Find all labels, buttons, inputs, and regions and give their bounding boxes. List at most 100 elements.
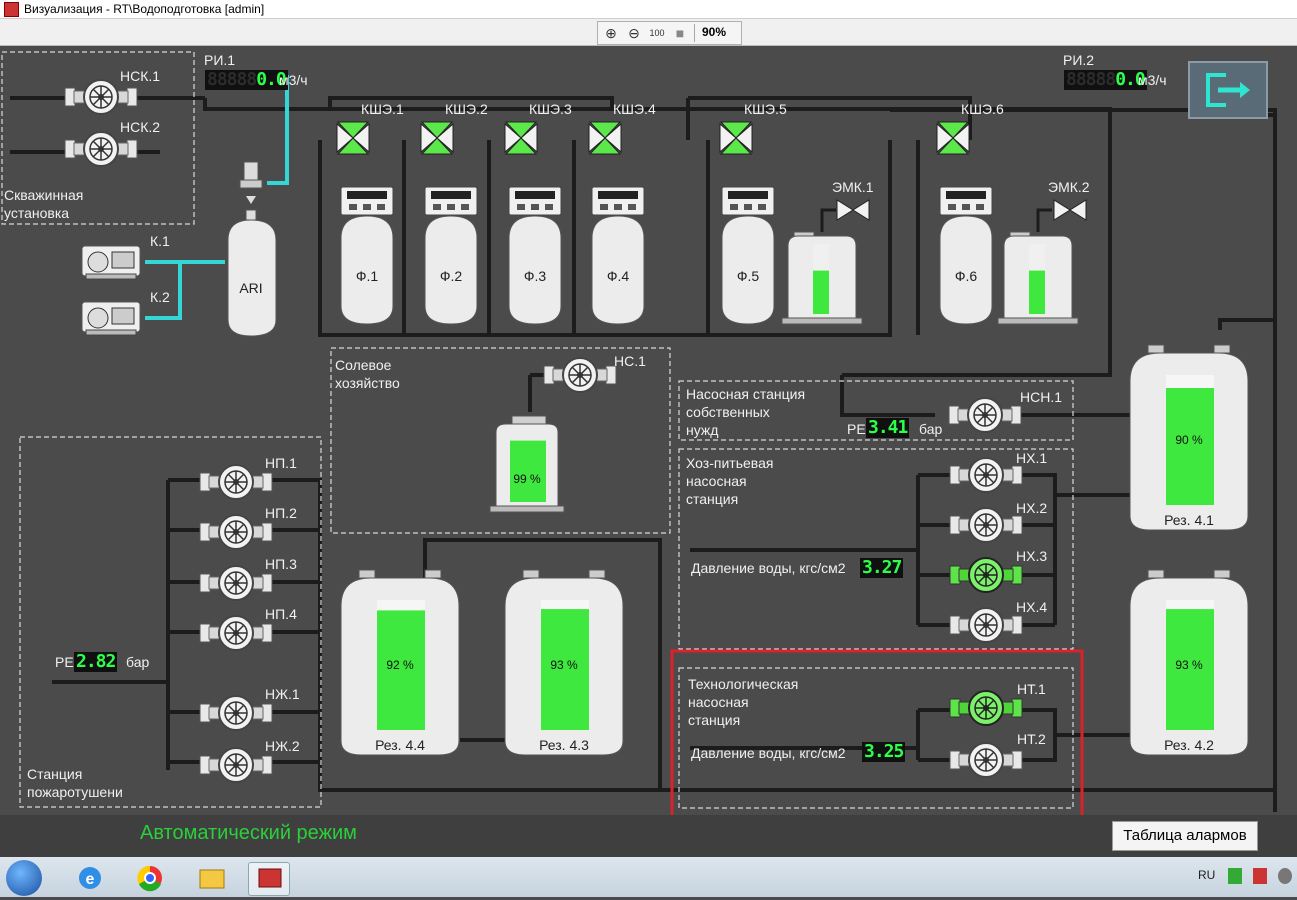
pump-nh1[interactable]	[949, 457, 1023, 493]
emk-tank-2[interactable]	[997, 231, 1079, 325]
zoom-reset-icon[interactable]: 100	[648, 24, 666, 42]
reservoir-name-4: Рез. 4.4	[375, 737, 425, 753]
filter-6[interactable]	[939, 186, 993, 325]
own-needs-title-1: Насосная станция	[686, 386, 805, 402]
pump-fire-1[interactable]	[199, 464, 273, 500]
ri1-display: 888880.0	[205, 70, 288, 90]
emk-tank-1[interactable]	[781, 231, 863, 325]
tech-pressure-label: Давление воды, кгс/см2	[691, 745, 846, 761]
zoom-level[interactable]: 90%	[702, 25, 726, 39]
pump-nh4[interactable]	[949, 607, 1023, 643]
compressor-k1-label: К.1	[150, 233, 170, 249]
tray-icon-2[interactable]	[1253, 868, 1267, 884]
household-pressure-label: Давление воды, кгс/см2	[691, 560, 846, 576]
fire-pe-label: РЕ	[55, 654, 74, 670]
pump-nt2[interactable]	[949, 742, 1023, 778]
chrome-icon[interactable]	[130, 862, 170, 894]
ri2-ghost: 88888	[1066, 69, 1116, 90]
alarm-table-button[interactable]: Таблица алармов	[1112, 821, 1258, 851]
tech-pressure-value: 3.25	[862, 741, 906, 762]
valve-5[interactable]	[719, 121, 753, 155]
valve-4[interactable]	[588, 121, 622, 155]
compressor-k2-label: К.2	[150, 289, 170, 305]
exit-button[interactable]	[1188, 61, 1268, 119]
zoom-in-icon[interactable]: ⊕	[602, 24, 620, 42]
emk-level-2	[1029, 270, 1045, 314]
pump-fire-label-5: НЖ.1	[265, 686, 300, 702]
filter-label-3: Ф.3	[524, 268, 547, 284]
own-needs-title-2: собственных	[686, 404, 770, 420]
well-title-2: установка	[4, 205, 69, 221]
pump-nh3[interactable]	[949, 557, 1023, 593]
pump-nsk1[interactable]	[64, 79, 138, 115]
compressor-k2[interactable]	[81, 301, 141, 336]
valve-label-3: КШЭ.3	[529, 101, 572, 117]
pump-fire-5[interactable]	[199, 695, 273, 731]
household-pressure-value: 3.27	[860, 557, 904, 578]
pump-ns1-label: НС.1	[614, 353, 646, 369]
filter-label-4: Ф.4	[607, 268, 630, 284]
tech-title-3: станция	[688, 712, 740, 728]
valve-label-6: КШЭ.6	[961, 101, 1004, 117]
salt-tank[interactable]	[489, 415, 565, 513]
own-needs-pe-value: 3.41	[866, 417, 910, 438]
filter-1[interactable]	[340, 186, 394, 325]
valve-3[interactable]	[504, 121, 538, 155]
compressor-k1[interactable]	[81, 245, 141, 280]
pump-fire-3[interactable]	[199, 565, 273, 601]
valve-6[interactable]	[936, 121, 970, 155]
filter-label-6: Ф.6	[955, 268, 978, 284]
pump-nsn1[interactable]	[948, 397, 1022, 433]
emk2-valve[interactable]	[1053, 199, 1087, 221]
emk1-valve[interactable]	[836, 199, 870, 221]
ie-icon[interactable]: e	[70, 862, 110, 894]
tray-icon-1[interactable]	[1228, 868, 1242, 884]
filter-4[interactable]	[591, 186, 645, 325]
valve-label-5: КШЭ.5	[744, 101, 787, 117]
filter-3[interactable]	[508, 186, 562, 325]
pump-fire-label-6: НЖ.2	[265, 738, 300, 754]
zoom-toolbar: ⊕ ⊖ 100 ■ 90%	[597, 21, 742, 45]
salt-title-1: Солевое	[335, 357, 392, 373]
own-needs-unit: бар	[919, 421, 942, 437]
filter-2[interactable]	[424, 186, 478, 325]
reservoir-level-text-1: 90 %	[1175, 433, 1203, 447]
valve-label-1: КШЭ.1	[361, 101, 404, 117]
fire-pe-value: 2.82	[74, 651, 118, 672]
filter-label-1: Ф.1	[356, 268, 379, 284]
pump-fire-6[interactable]	[199, 747, 273, 783]
ari-vessel[interactable]	[227, 161, 277, 337]
pump-nsk2[interactable]	[64, 131, 138, 167]
emk1-label: ЭМК.1	[832, 179, 874, 195]
valve-2[interactable]	[420, 121, 454, 155]
pump-nt1[interactable]	[949, 690, 1023, 726]
ri1-unit: м3/ч	[279, 72, 308, 88]
fire-title-1: Станция	[27, 766, 82, 782]
pump-fire-4[interactable]	[199, 615, 273, 651]
explorer-icon[interactable]	[192, 862, 232, 894]
reservoir-name-2: Рез. 4.2	[1164, 737, 1214, 753]
filter-5[interactable]	[721, 186, 775, 325]
emk2-label: ЭМК.2	[1048, 179, 1090, 195]
zoom-out-icon[interactable]: ⊖	[625, 24, 643, 42]
language-indicator[interactable]: RU	[1198, 868, 1215, 882]
pump-nh2[interactable]	[949, 507, 1023, 543]
ari-label: ARI	[239, 280, 262, 296]
start-button[interactable]	[6, 860, 42, 896]
tray-icon-3[interactable]	[1278, 868, 1292, 884]
pump-fire-label-1: НП.1	[265, 455, 297, 471]
valve-1[interactable]	[336, 121, 370, 155]
pump-nh4-label: НХ.4	[1016, 599, 1047, 615]
svg-text:e: e	[86, 871, 95, 888]
well-title-1: Скважинная	[4, 187, 83, 203]
reservoir-name-1: Рез. 4.1	[1164, 512, 1214, 528]
ri1-ghost: 88888	[207, 69, 257, 90]
household-title-3: станция	[686, 491, 738, 507]
toolbar: ⊕ ⊖ 100 ■ 90%	[0, 19, 1297, 46]
pump-fire-2[interactable]	[199, 514, 273, 550]
scada-task-icon[interactable]	[248, 862, 290, 896]
mode-indicator: Автоматический режим	[140, 822, 357, 844]
fit-icon[interactable]: ■	[671, 24, 689, 42]
pump-ns1[interactable]	[543, 357, 617, 393]
ri2-unit: м3/ч	[1138, 72, 1167, 88]
